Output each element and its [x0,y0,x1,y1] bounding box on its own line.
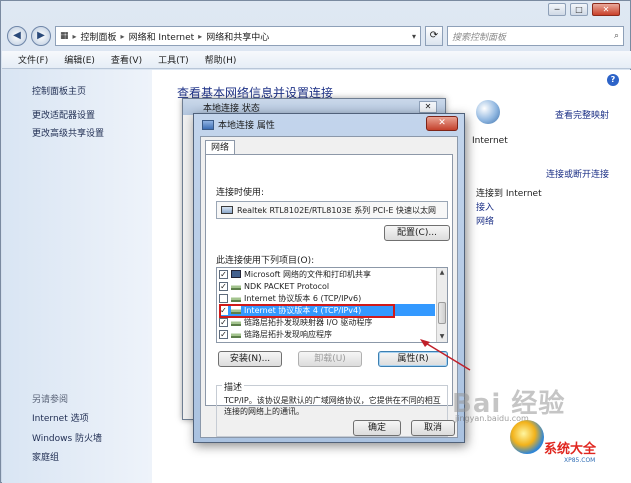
scroll-thumb[interactable] [438,302,446,324]
item-label: 链路层拓扑发现响应程序 [244,329,332,339]
link-connect-disconnect[interactable]: 连接或断开连接 [546,167,609,180]
window-caption-buttons: ─ □ ✕ [548,3,620,16]
item-label: NDK PACKET Protocol [244,281,330,291]
close-button[interactable]: ✕ [592,3,620,16]
list-item[interactable]: ✓ Microsoft 网络的文件和打印机共享 [219,268,435,280]
link-change-adapter-settings[interactable]: 更改适配器设置 [32,108,95,121]
menu-file[interactable]: 文件(F) [18,53,48,66]
back-button[interactable]: ◀ [7,26,27,46]
item-checkbox[interactable]: ✓ [219,269,228,279]
protocol-icon [231,282,241,290]
breadcrumb-network-internet[interactable]: 网络和 Internet [129,30,195,43]
dialog-body: 网络 连接时使用: Realtek RTL8102E/RTL8103E 系列 P… [200,136,458,438]
link-control-panel-home[interactable]: 控制面板主页 [32,84,86,97]
network-adapter-icon [221,206,233,214]
left-task-pane: 控制面板主页 更改适配器设置 更改高级共享设置 另请参阅 Internet 选项… [2,70,152,483]
control-panel-icon: ▦ [60,31,69,41]
adapter-field: Realtek RTL8102E/RTL8103E 系列 PCI-E 快速以太网 [216,201,448,219]
uninstall-button[interactable]: 卸载(U) [298,351,362,367]
highlight-annotation-box [219,304,395,318]
local-connection-properties-dialog: 本地连接 属性 ✕ 网络 连接时使用: Realtek RTL8102E/RTL… [193,113,465,443]
adapter-name: Realtek RTL8102E/RTL8103E 系列 PCI-E 快速以太网 [237,205,436,215]
menu-edit[interactable]: 编辑(E) [64,53,95,66]
breadcrumb-separator-icon: ▸ [72,31,77,41]
breadcrumb-separator-icon: ▸ [120,31,125,41]
menu-tools[interactable]: 工具(T) [158,53,189,66]
link-internet-options[interactable]: Internet 选项 [32,411,89,424]
link-network[interactable]: 网络 [476,214,494,227]
address-bar[interactable]: ▦ ▸ 控制面板 ▸ 网络和 Internet ▸ 网络和共享中心 ▾ [55,26,421,46]
refresh-button[interactable]: ⟳ [425,26,443,46]
breadcrumb-control-panel[interactable]: 控制面板 [81,30,117,43]
status-dialog-close-icon[interactable]: ✕ [419,101,437,113]
maximize-button[interactable]: □ [570,3,588,16]
connection-items-list[interactable]: ✓ Microsoft 网络的文件和打印机共享 ✓ NDK PACKET Pro… [216,267,448,343]
item-label: Microsoft 网络的文件和打印机共享 [244,269,371,279]
minimize-button[interactable]: ─ [548,3,566,16]
dialog-close-button[interactable]: ✕ [426,116,458,131]
site-logo-text: 系统大全 [544,442,597,457]
link-windows-firewall[interactable]: Windows 防火墙 [32,431,102,444]
description-text: TCP/IP。该协议是默认的广域网络协议，它提供在不同的相互连接的网络上的通讯。 [224,396,441,416]
item-checkbox[interactable]: ✓ [219,281,228,291]
help-icon[interactable]: ? [607,74,619,86]
item-checkbox[interactable]: ✓ [219,329,228,339]
search-icon[interactable]: ⌕ [614,31,619,41]
description-label: 描述 [222,380,245,393]
ok-button[interactable]: 确定 [353,420,401,436]
link-access[interactable]: 接入 [476,200,494,213]
list-scrollbar[interactable]: ▲ ▼ [436,268,447,342]
scroll-up-icon[interactable]: ▲ [437,268,447,278]
item-label: Internet 协议版本 6 (TCP/IPv6) [244,293,362,303]
menu-help[interactable]: 帮助(H) [205,53,237,66]
item-label: 链路层拓扑发现映射器 I/O 驱动程序 [244,317,373,327]
see-also-heading: 另请参阅 [32,395,69,405]
protocol-icon [231,318,241,326]
navigation-bar: ◀ ▶ ▦ ▸ 控制面板 ▸ 网络和 Internet ▸ 网络和共享中心 ▾ … [7,25,624,47]
list-item[interactable]: ✓ 链路层拓扑发现响应程序 [219,328,435,340]
list-item[interactable]: Internet 协议版本 6 (TCP/IPv6) [219,292,435,304]
configure-button[interactable]: 配置(C)... [384,225,450,241]
service-icon [231,270,241,278]
protocol-icon [231,294,241,302]
item-checkbox[interactable]: ✓ [219,317,228,327]
breadcrumb-network-sharing-center[interactable]: 网络和共享中心 [206,30,269,43]
internet-globe-icon [476,100,500,124]
breadcrumb-separator-icon: ▸ [198,31,203,41]
search-input[interactable]: 搜索控制面板 ⌕ [447,26,624,46]
dialog-title: 本地连接 属性 [218,121,275,131]
item-checkbox[interactable] [219,293,228,303]
network-connection-icon [202,119,214,130]
connect-using-label: 连接时使用: [216,188,265,198]
cancel-button[interactable]: 取消 [411,420,455,436]
tab-networking[interactable]: 网络 [205,140,235,155]
address-dropdown-icon[interactable]: ▾ [412,32,416,41]
site-logo-icon [510,420,544,454]
link-homegroup[interactable]: 家庭组 [32,450,59,463]
access-type-value: 连接到 Internet [476,189,542,199]
menu-bar: 文件(F) 编辑(E) 查看(V) 工具(T) 帮助(H) [2,51,631,69]
site-logo-url: XP85.COM [564,457,596,464]
networking-tab-panel: 连接时使用: Realtek RTL8102E/RTL8103E 系列 PCI-… [205,154,453,437]
protocol-icon [231,330,241,338]
items-label: 此连接使用下列项目(O): [216,256,315,266]
link-view-full-map[interactable]: 查看完整映射 [555,108,609,121]
list-item[interactable]: ✓ NDK PACKET Protocol [219,280,435,292]
forward-button[interactable]: ▶ [31,26,51,46]
menu-view[interactable]: 查看(V) [111,53,142,66]
link-advanced-sharing[interactable]: 更改高级共享设置 [32,126,104,139]
search-placeholder: 搜索控制面板 [452,32,507,43]
install-button[interactable]: 安装(N)... [218,351,282,367]
dialog-titlebar: 本地连接 属性 [202,118,275,131]
internet-label: Internet [472,136,508,146]
annotation-arrow-icon [420,339,471,371]
